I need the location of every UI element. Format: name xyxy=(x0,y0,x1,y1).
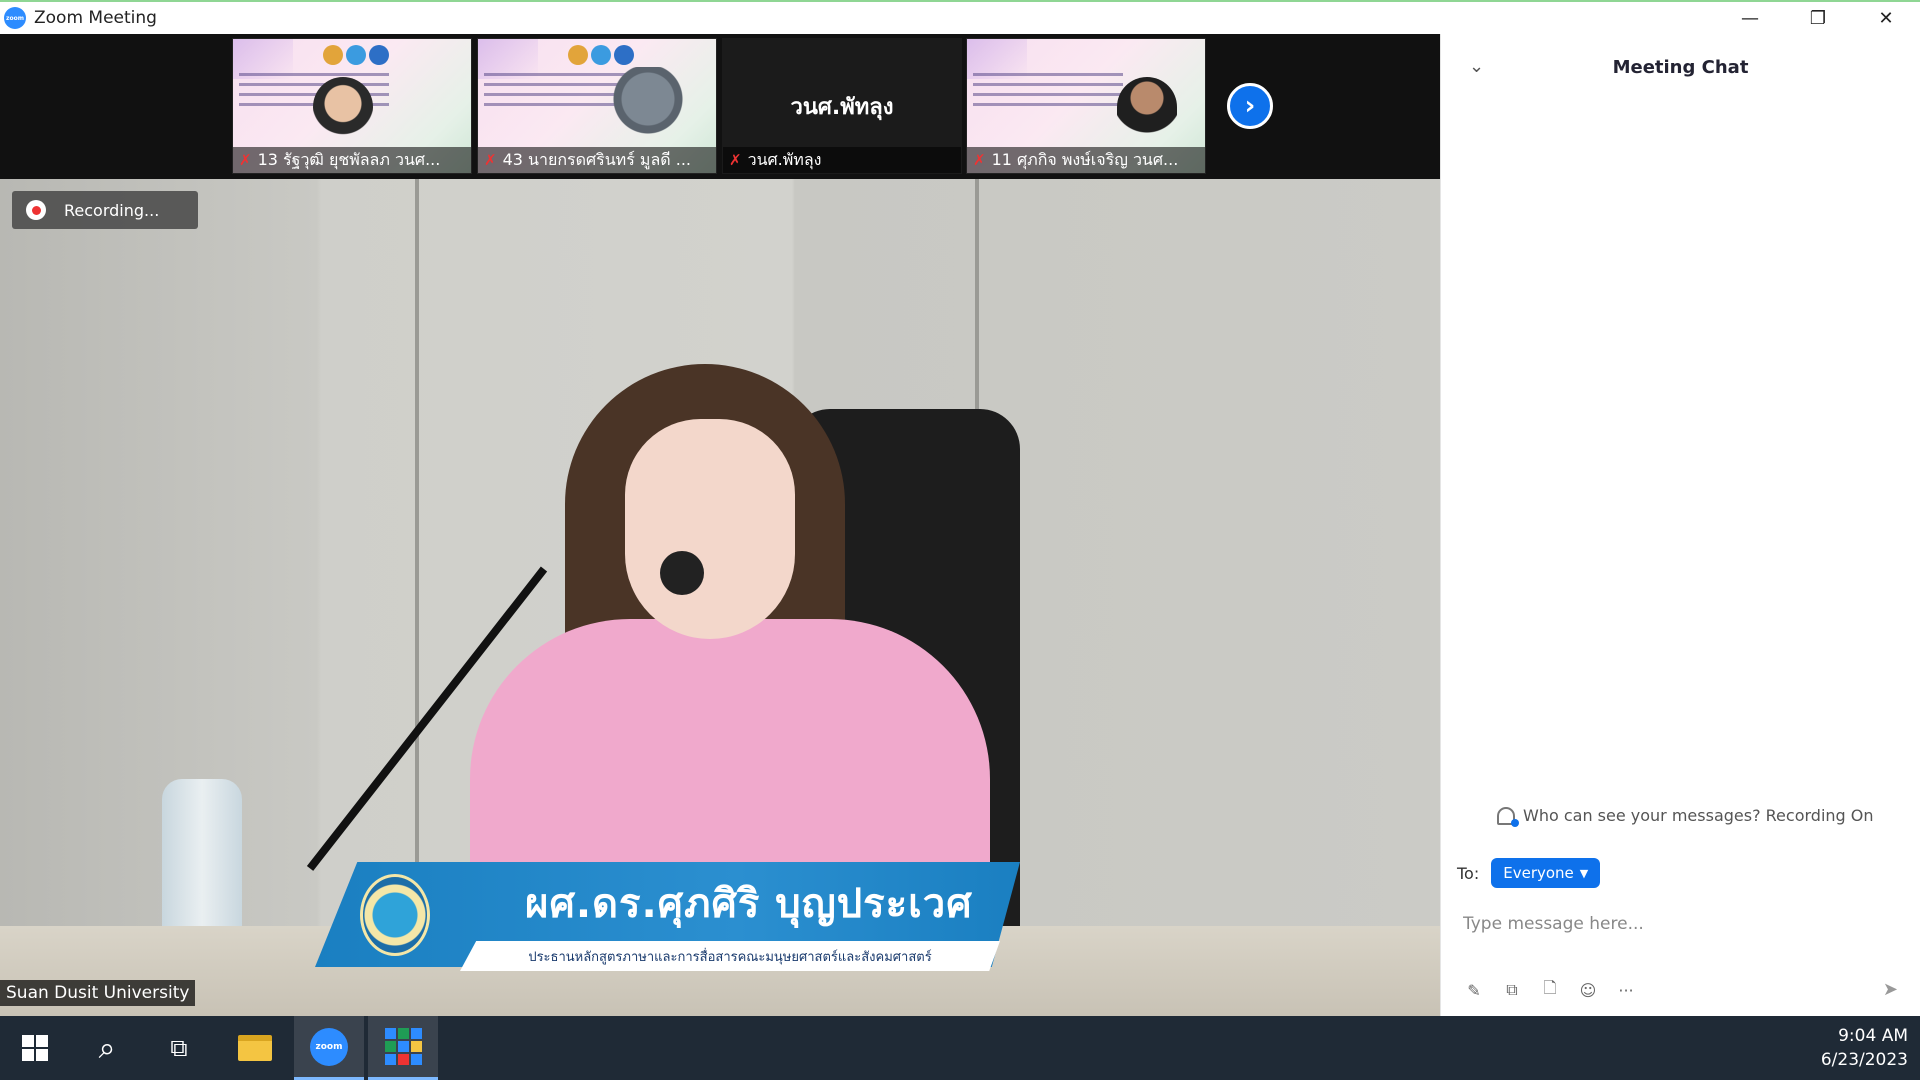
format-icon[interactable]: ✎ xyxy=(1463,979,1485,1001)
participant-name-bar: ✗ 13 รัฐวุฒิ ยุชพัลลภ วนศ... xyxy=(233,147,471,173)
app-taskbar-button[interactable] xyxy=(368,1016,438,1080)
participant-name: วนศ.พัทลุง xyxy=(747,149,822,169)
participant-tile[interactable]: วนศ.พัทลุง ✗ วนศ.พัทลุง xyxy=(722,38,962,174)
video-name-label: Suan Dusit University xyxy=(0,980,196,1006)
chat-toolbar: ✎ ⧉ 🗋 ☺ ··· xyxy=(1463,978,1637,1001)
speaker-title: ประธานหลักสูตรภาษาและการสื่อสารคณะมนุษยศ… xyxy=(460,941,1000,971)
slide-logos xyxy=(568,45,634,65)
participant-tile[interactable]: ✗ 13 รัฐวุฒิ ยุชพัลลภ วนศ... xyxy=(232,38,472,174)
taskbar: ⌕ ⧉ zoom 9:04 AM 6/23/2023 xyxy=(0,1016,1920,1080)
speaker-face xyxy=(625,419,795,639)
recipient-value: Everyone xyxy=(1503,864,1574,882)
more-icon[interactable]: ··· xyxy=(1615,979,1637,1001)
mic-muted-icon: ✗ xyxy=(484,151,497,169)
participant-strip: ✗ 13 รัฐวุฒิ ยุชพัลลภ วนศ... ✗ 43 นายกรด… xyxy=(0,34,1440,179)
chat-panel: ⌄ Meeting Chat Who can see your messages… xyxy=(1440,34,1920,1016)
system-clock[interactable]: 9:04 AM 6/23/2023 xyxy=(1821,1024,1908,1072)
folder-icon xyxy=(238,1035,272,1061)
recording-indicator[interactable]: Recording... xyxy=(12,191,198,229)
minimize-button[interactable]: — xyxy=(1716,2,1784,34)
recording-label: Recording... xyxy=(64,200,160,220)
microphone-head xyxy=(660,551,704,595)
title-bar: zoom Zoom Meeting — ❐ ✕ xyxy=(0,0,1920,34)
chevron-down-icon: ▼ xyxy=(1579,866,1589,880)
close-button[interactable]: ✕ xyxy=(1852,2,1920,34)
file-explorer-button[interactable] xyxy=(220,1016,290,1080)
visibility-text: Who can see your messages? Recording On xyxy=(1523,806,1874,825)
mic-muted-icon: ✗ xyxy=(729,151,742,169)
chat-title: Meeting Chat xyxy=(1612,56,1749,78)
emoji-icon[interactable]: ☺ xyxy=(1577,979,1599,1001)
mic-muted-icon: ✗ xyxy=(239,151,252,169)
chat-header: ⌄ Meeting Chat xyxy=(1441,34,1920,100)
start-button[interactable] xyxy=(0,1016,70,1080)
participant-video xyxy=(313,77,373,147)
slide-content xyxy=(973,73,1123,109)
zoom-logo-icon: zoom xyxy=(4,7,26,29)
mic-muted-icon: ✗ xyxy=(973,151,986,169)
participant-name-bar: ✗ วนศ.พัทลุง xyxy=(723,147,961,173)
speaker-name: ผศ.ดร.ศุภศิริ บุญประเวศ xyxy=(525,881,973,927)
send-icon[interactable]: ➤ xyxy=(1883,979,1898,1000)
participant-name: 43 นายกรดศรินทร์ มูลดี ... xyxy=(502,149,691,169)
participant-tile[interactable]: ✗ 43 นายกรดศรินทร์ มูลดี ... xyxy=(477,38,717,174)
clock-date: 6/23/2023 xyxy=(1820,1050,1908,1070)
recipient-row: To: Everyone ▼ xyxy=(1457,858,1601,888)
participant-video xyxy=(1117,77,1177,147)
search-button[interactable]: ⌕ xyxy=(72,1016,142,1080)
participant-video xyxy=(608,67,688,147)
participant-name-bar: ✗ 11 ศุภกิจ พงษ์เจริญ วนศ... xyxy=(967,147,1205,173)
restore-button[interactable]: ❐ xyxy=(1784,2,1852,34)
person-icon xyxy=(1497,806,1519,827)
message-input[interactable] xyxy=(1463,904,1893,944)
file-icon[interactable]: 🗋 xyxy=(1539,978,1561,1001)
screenshot-icon[interactable]: ⧉ xyxy=(1501,979,1523,1001)
video-area: ✗ 13 รัฐวุฒิ ยุชพัลลภ วนศ... ✗ 43 นายกรด… xyxy=(0,34,1440,1016)
participant-name: 13 รัฐวุฒิ ยุชพัลลภ วนศ... xyxy=(257,149,441,169)
clock-time: 9:04 AM xyxy=(1838,1026,1908,1046)
participant-name-bar: ✗ 43 นายกรดศรินทร์ มูลดี ... xyxy=(478,147,716,173)
next-participants-button[interactable]: › xyxy=(1227,83,1273,129)
window-title: Zoom Meeting xyxy=(34,8,157,28)
university-seal-icon xyxy=(360,874,430,956)
record-icon xyxy=(26,200,46,220)
participant-tile[interactable]: ✗ 11 ศุภกิจ พงษ์เจริญ วนศ... xyxy=(966,38,1206,174)
recipient-dropdown[interactable]: Everyone ▼ xyxy=(1491,858,1601,888)
task-view-button[interactable]: ⧉ xyxy=(144,1016,214,1080)
to-label: To: xyxy=(1457,863,1480,883)
chevron-down-icon[interactable]: ⌄ xyxy=(1469,56,1484,77)
slide-logos xyxy=(323,45,389,65)
participant-center-name: วนศ.พัทลุง xyxy=(790,95,894,120)
windows-icon xyxy=(22,1035,48,1061)
zoom-taskbar-button[interactable]: zoom xyxy=(294,1016,364,1080)
tiles-icon xyxy=(384,1028,422,1065)
window-controls: — ❐ ✕ xyxy=(1716,2,1920,34)
chat-visibility-notice[interactable]: Who can see your messages? Recording On xyxy=(1497,806,1874,827)
zoom-icon: zoom xyxy=(310,1027,348,1066)
task-view-icon: ⧉ xyxy=(170,1034,188,1062)
active-speaker-video: Recording... ผศ.ดร.ศุภศิริ บุญประเวศ ประ… xyxy=(0,179,1440,1016)
participant-name: 11 ศุภกิจ พงษ์เจริญ วนศ... xyxy=(991,149,1179,169)
search-icon: ⌕ xyxy=(98,1030,116,1066)
